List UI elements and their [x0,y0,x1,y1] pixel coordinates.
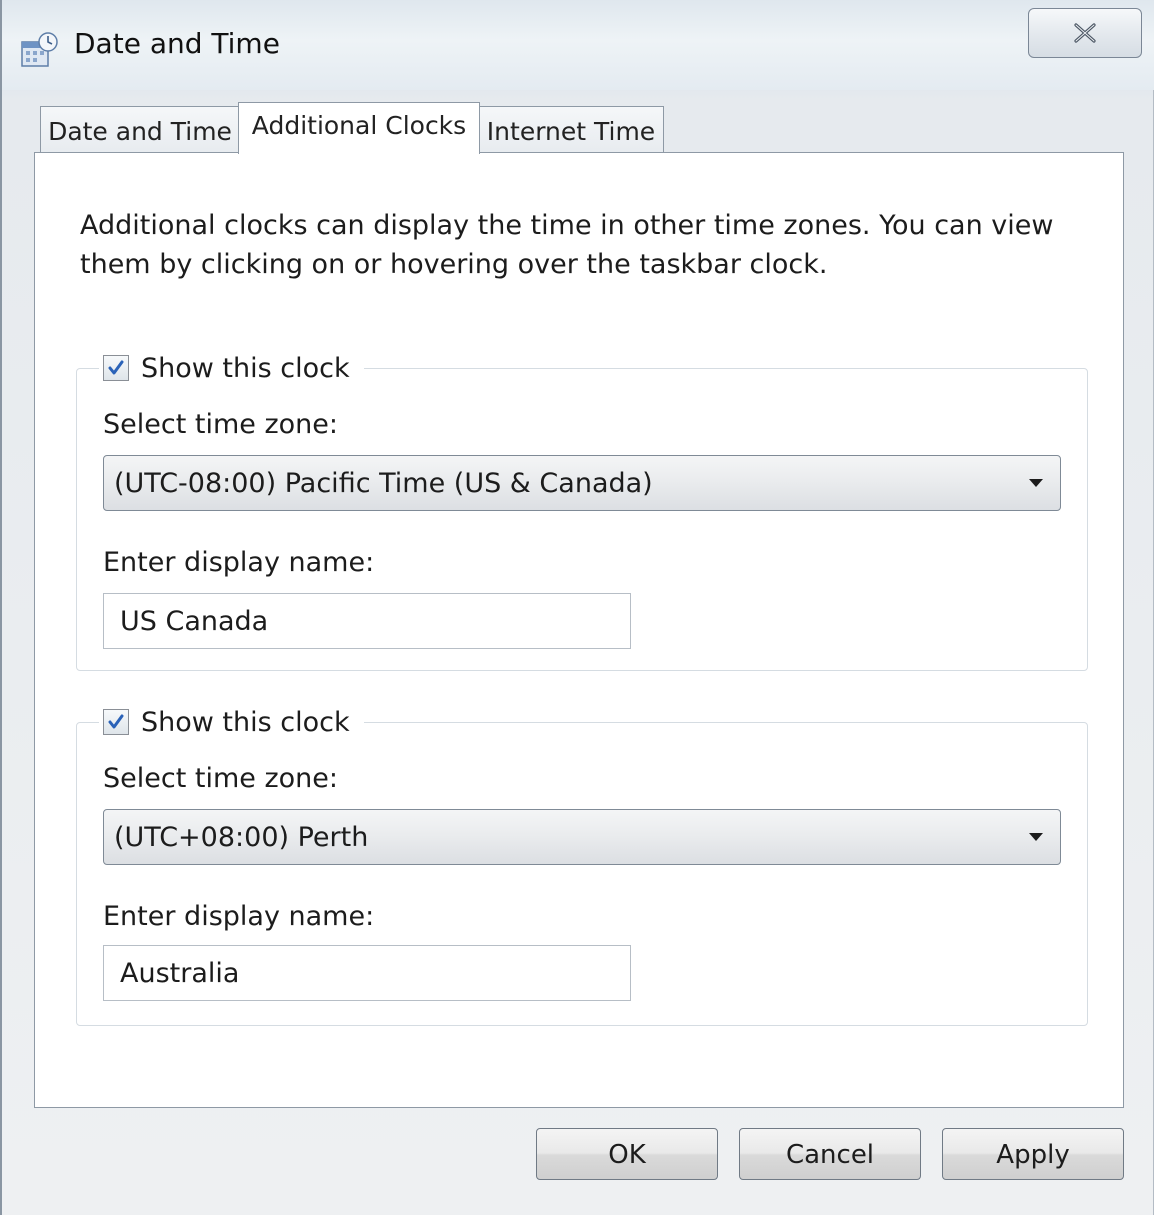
chevron-down-icon [1029,833,1043,841]
tab-date-and-time[interactable]: Date and Time [40,106,240,154]
timezone-1-value: (UTC-08:00) Pacific Time (US & Canada) [114,467,653,499]
apply-button[interactable]: Apply [942,1128,1124,1180]
cancel-button[interactable]: Cancel [739,1128,921,1180]
display-name-1-input[interactable]: US Canada [103,593,631,649]
ok-button[interactable]: OK [536,1128,718,1180]
timezone-1-select[interactable]: (UTC-08:00) Pacific Time (US & Canada) [103,455,1061,511]
show-clock-1-option[interactable]: Show this clock [99,351,364,385]
show-clock-2-checkbox[interactable] [103,709,129,735]
tab-internet-time[interactable]: Internet Time [478,106,664,154]
close-icon [1074,23,1096,43]
date-time-window-icon [20,30,60,70]
show-clock-2-option[interactable]: Show this clock [99,705,364,739]
chevron-down-icon [1029,479,1043,487]
clock-group-2: Show this clock Select time zone: (UTC+0… [76,705,1088,1026]
window-title: Date and Time [74,27,280,60]
timezone-2-select[interactable]: (UTC+08:00) Perth [103,809,1061,865]
description-text: Additional clocks can display the time i… [80,210,1054,280]
display-name-2-input[interactable]: Australia [103,945,631,1001]
title-bar: Date and Time [2,0,1154,90]
timezone-1-label: Select time zone: [103,409,338,440]
display-name-2-label: Enter display name: [103,901,375,932]
clock-group-1: Show this clock Select time zone: (UTC-0… [76,351,1088,671]
display-name-1-label: Enter display name: [103,547,375,578]
close-button[interactable] [1028,8,1142,58]
checkmark-icon [108,714,124,729]
show-clock-1-label: Show this clock [141,352,350,384]
show-clock-2-label: Show this clock [141,706,350,738]
timezone-2-value: (UTC+08:00) Perth [114,821,369,853]
checkmark-icon [108,360,124,375]
show-clock-1-checkbox[interactable] [103,355,129,381]
date-time-dialog: Date and Time Date and Time Additional C… [0,0,1154,1215]
tab-additional-clocks[interactable]: Additional Clocks [238,102,480,154]
timezone-2-label: Select time zone: [103,763,338,794]
